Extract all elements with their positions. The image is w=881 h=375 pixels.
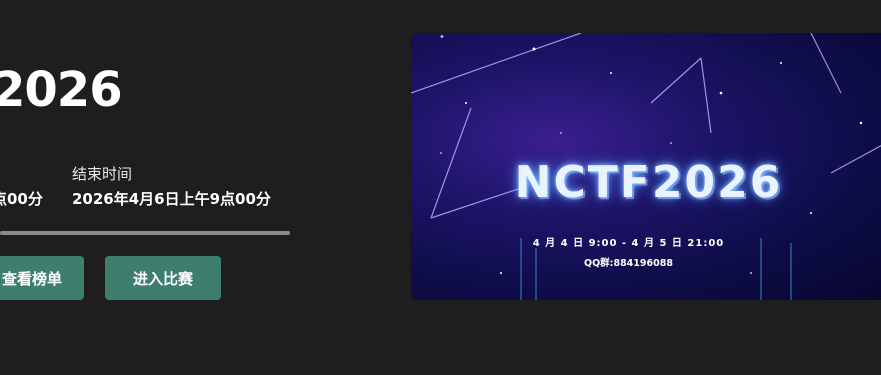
start-time-value: 点00分 [0, 190, 43, 208]
start-time-label [0, 164, 43, 184]
banner-date-range: 4 月 4 日 9:00 - 4 月 5 日 21:00 [532, 238, 725, 249]
competition-page: 2026 点00分 结束时间 2026年4月6日上午9点00分 查看榜单 进入比… [0, 0, 881, 375]
start-time-block: 点00分 [0, 164, 43, 209]
competition-progress-bar [0, 231, 290, 235]
progress-fill [0, 231, 290, 235]
end-time-label: 结束时间 [72, 165, 133, 183]
banner-qq-group: QQ群:884196088 [584, 258, 673, 269]
end-time-value: 2026年4月6日上午9点00分 [72, 190, 271, 208]
banner-logo-icon: ✦ [439, 33, 445, 41]
view-leaderboard-button[interactable]: 查看榜单 [0, 256, 84, 300]
enter-competition-button[interactable]: 进入比赛 [105, 256, 221, 300]
competition-banner-image: ✦ NCTF2026 4 月 4 日 9:00 - 4 月 5 日 21:00 … [411, 33, 881, 300]
banner-title: NCTF2026 [514, 157, 783, 208]
end-time-block: 结束时间 2026年4月6日上午9点00分 [72, 164, 271, 209]
competition-title: 2026 [0, 62, 123, 118]
